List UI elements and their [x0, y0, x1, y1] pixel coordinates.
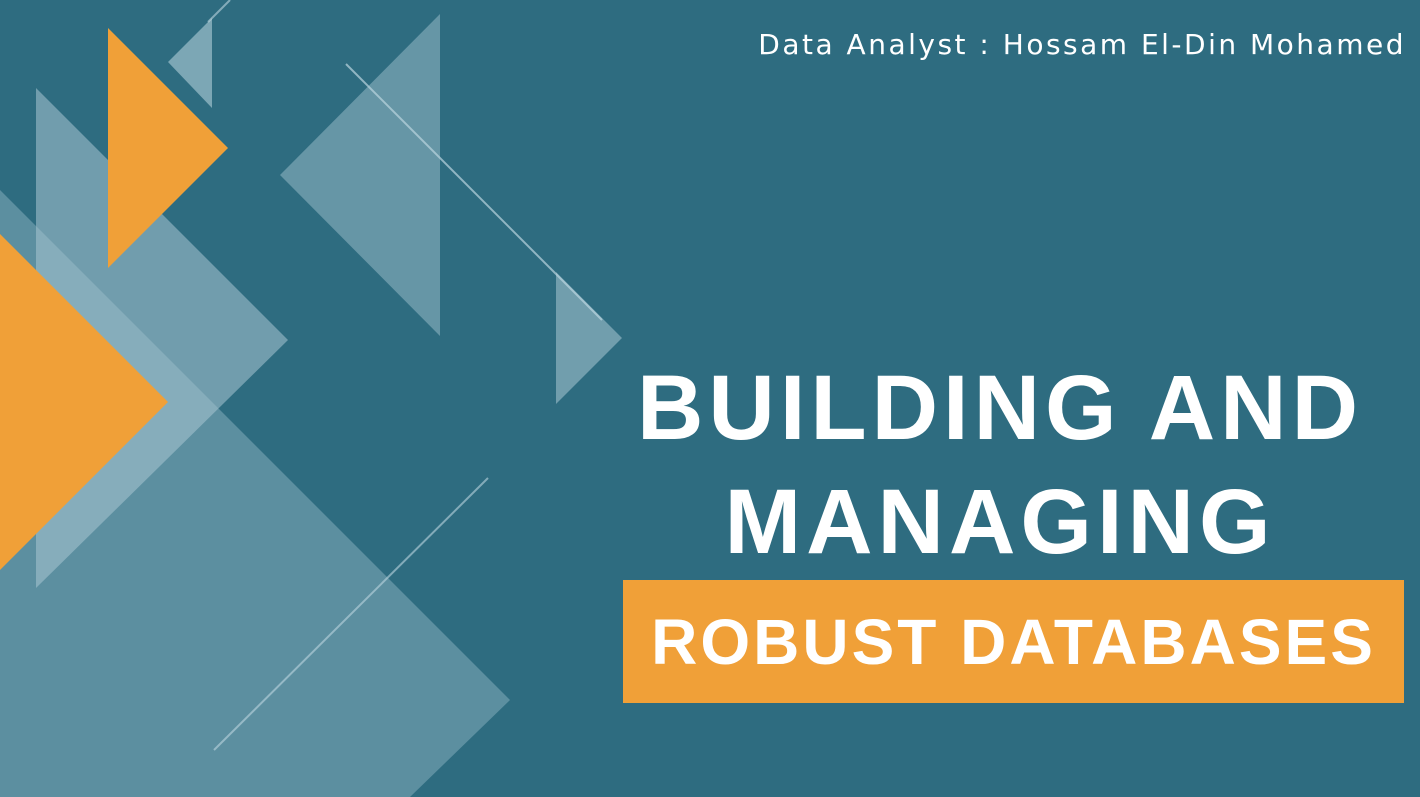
- title-line-2: MANAGING: [724, 471, 1276, 573]
- title-slide: Data Analyst : Hossam El-Din Mohamed BUI…: [0, 0, 1420, 797]
- subtitle-banner: ROBUST DATABASES: [623, 580, 1404, 703]
- title-line-1: BUILDING AND: [636, 357, 1364, 459]
- subtitle-banner-text: ROBUST DATABASES: [651, 605, 1376, 678]
- author-line: Data Analyst : Hossam El-Din Mohamed: [758, 28, 1406, 61]
